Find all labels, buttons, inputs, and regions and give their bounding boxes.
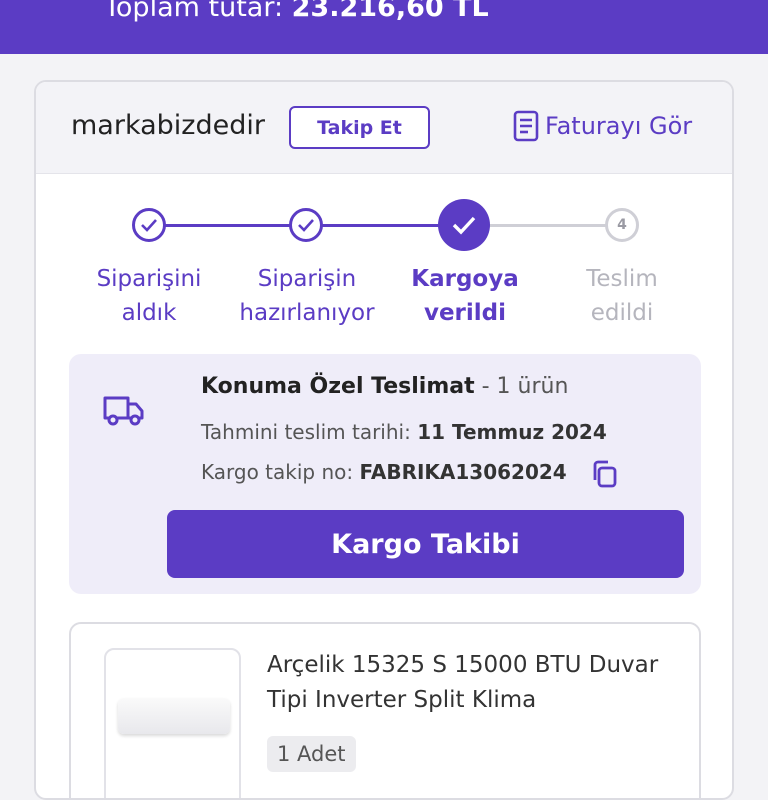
product-image[interactable] — [104, 648, 241, 798]
step-3-check-icon — [438, 199, 490, 251]
step-4-label: Teslim edildi — [586, 266, 658, 326]
product-item[interactable]: Arçelik 15325 S 15000 BTU Duvar Tipi Inv… — [69, 622, 701, 798]
step-1-label: Siparişini aldık — [96, 266, 202, 326]
product-name[interactable]: Arçelik 15325 S 15000 BTU Duvar Tipi Inv… — [267, 648, 687, 718]
delivery-info-box: Konuma Özel Teslimat - 1 ürün Tahmini te… — [69, 354, 701, 594]
invoice-label: Faturayı Gör — [545, 112, 693, 140]
total-value: 23.216,60 TL — [291, 0, 489, 23]
view-invoice-link[interactable]: Faturayı Gör — [513, 110, 692, 142]
progress-line-pending — [489, 224, 619, 227]
seller-name[interactable]: markabizdedir — [71, 110, 265, 141]
follow-button[interactable]: Takip Et — [289, 106, 430, 149]
delivery-title: Konuma Özel Teslimat - 1 ürün — [201, 374, 569, 399]
step-4-number: 4 — [605, 208, 639, 242]
copy-icon[interactable] — [590, 459, 618, 489]
seller-header: markabizdedir Takip Et Faturayı Gör — [36, 82, 732, 174]
order-card: markabizdedir Takip Et Faturayı Gör 4 Si… — [34, 80, 734, 800]
step-2-check-icon — [289, 208, 323, 242]
tracking-number: Kargo takip no: FABRIKA13062024 — [201, 460, 567, 484]
order-progress-stepper: 4 Siparişini aldık Siparişin hazırlanıyor … — [36, 174, 732, 344]
tracking-number-value: FABRIKA13062024 — [359, 460, 567, 484]
product-quantity-badge: 1 Adet — [267, 736, 356, 772]
document-icon — [513, 110, 539, 142]
truck-icon — [103, 396, 144, 426]
delivery-item-count: - 1 ürün — [481, 374, 569, 399]
total-label: Toplam tutar: — [104, 0, 284, 23]
step-2-label: Siparişin hazırlanıyor — [239, 266, 375, 326]
order-summary-bar: Toplam tutar: 23.216,60 TL — [0, 0, 768, 54]
estimated-delivery-date: 11 Temmuz 2024 — [417, 420, 607, 444]
track-shipment-button[interactable]: Kargo Takibi — [167, 510, 684, 578]
step-1-check-icon — [132, 208, 166, 242]
air-conditioner-image — [118, 698, 230, 734]
step-3-label: Kargoya verildi — [411, 266, 519, 326]
estimated-delivery: Tahmini teslim tarihi: 11 Temmuz 2024 — [201, 420, 607, 444]
total-amount: Toplam tutar: 23.216,60 TL — [104, 0, 489, 28]
